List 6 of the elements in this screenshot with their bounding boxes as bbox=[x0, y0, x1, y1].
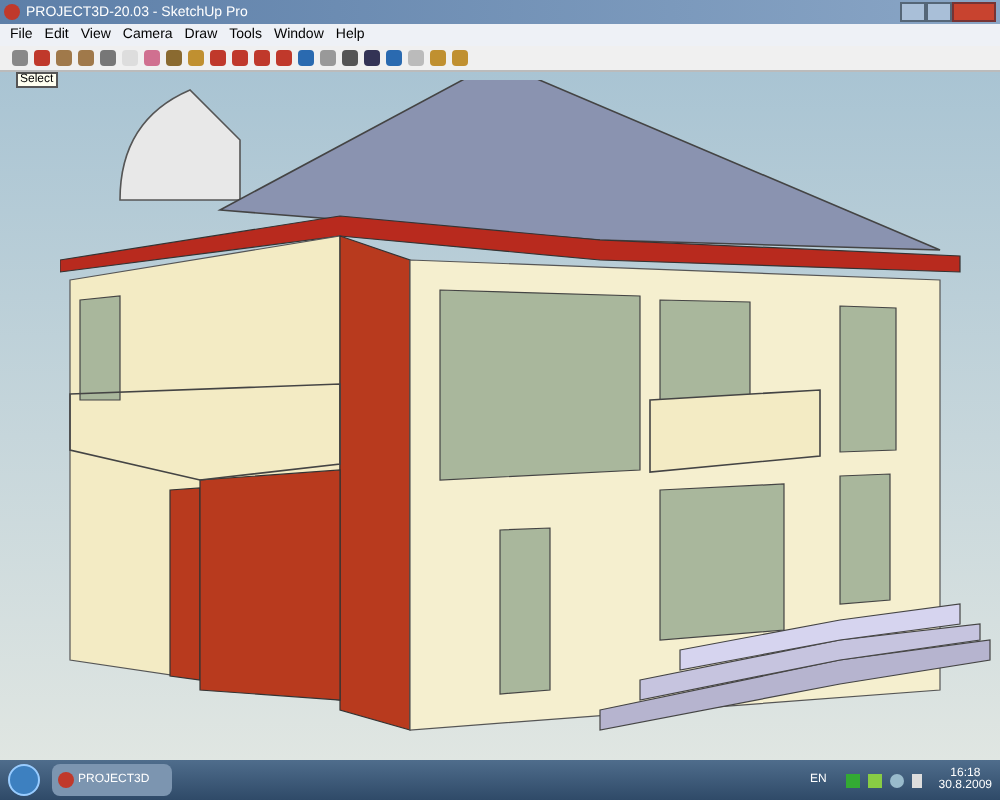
start-button[interactable] bbox=[8, 764, 40, 796]
minimize-button[interactable] bbox=[900, 2, 926, 22]
close-button[interactable] bbox=[952, 2, 996, 22]
app-logo-icon bbox=[4, 4, 20, 20]
maximize-button[interactable] bbox=[926, 2, 952, 22]
app-logo-icon bbox=[58, 772, 74, 788]
